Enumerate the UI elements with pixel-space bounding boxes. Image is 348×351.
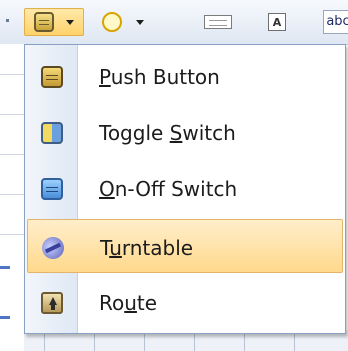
text-field-tool[interactable] [200, 8, 236, 36]
menu-item-route[interactable]: Route [27, 275, 343, 329]
label-tool[interactable]: A [264, 8, 290, 36]
route-icon [41, 292, 63, 314]
toolbar-grip[interactable] [6, 19, 9, 22]
menu-item-label: Push Button [99, 65, 220, 89]
dropdown-arrow-icon[interactable] [136, 19, 144, 25]
text-field-icon [204, 15, 232, 29]
menu-item-label: Route [99, 291, 158, 315]
toolbar: A abc [0, 0, 348, 45]
menu-item-label: On-Off Switch [99, 177, 238, 201]
menu-item-label: Toggle Switch [99, 121, 236, 145]
on-off-switch-icon [41, 178, 63, 200]
menu-item-label: Turntable [100, 236, 194, 260]
circle-tool[interactable] [92, 8, 154, 36]
background-grid [0, 44, 24, 351]
push-button-tool[interactable] [24, 8, 84, 36]
menu-item-push-button[interactable]: Push Button [27, 49, 343, 103]
menu-item-turntable[interactable]: Turntable [27, 219, 343, 273]
text-button-label: abc [323, 10, 348, 34]
push-button-icon [41, 66, 63, 88]
dropdown-arrow-icon[interactable] [66, 19, 74, 25]
label-icon: A [268, 13, 286, 31]
control-type-menu: Push Button Toggle Switch On-Off Switch … [24, 44, 346, 334]
menu-item-on-off-switch[interactable]: On-Off Switch [27, 161, 343, 215]
circle-icon [102, 12, 122, 32]
push-button-icon [34, 12, 54, 32]
turntable-icon [38, 233, 68, 263]
text-button-tool[interactable]: abc [318, 8, 348, 36]
toggle-switch-icon [41, 122, 63, 144]
menu-item-toggle-switch[interactable]: Toggle Switch [27, 105, 343, 159]
